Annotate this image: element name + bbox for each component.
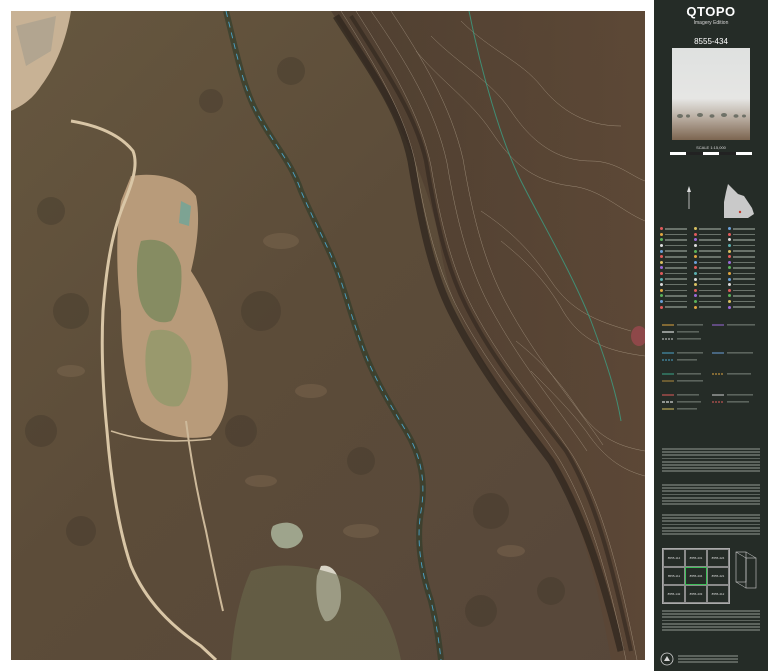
tree-line-photo bbox=[677, 113, 746, 118]
sheet-number: 8555-434 bbox=[694, 37, 728, 46]
aerial-imagery-map[interactable] bbox=[11, 11, 645, 660]
imagery-canvas bbox=[11, 11, 645, 660]
legend-column-2 bbox=[694, 226, 728, 310]
footer-notes-text bbox=[662, 610, 760, 632]
sheet-index-grid: 8555-114 8555-431 8555-424 8555-111 8555… bbox=[662, 548, 730, 604]
legend-column-1 bbox=[660, 226, 694, 310]
index-cell[interactable]: 8555-142 bbox=[663, 585, 685, 603]
legend-column-3 bbox=[728, 226, 762, 310]
north-arrow-icon bbox=[687, 186, 691, 209]
index-cell[interactable]: 8555-431 bbox=[685, 549, 707, 567]
index-cell[interactable]: 8555-114 bbox=[663, 549, 685, 567]
index-cell[interactable]: 8555-421 bbox=[707, 567, 729, 585]
index-cell[interactable]: 8555-111 bbox=[663, 567, 685, 585]
index-cell-current[interactable]: 8555-434 bbox=[685, 567, 707, 585]
index-cell[interactable]: 8555-424 bbox=[707, 549, 729, 567]
map-frame bbox=[0, 0, 654, 671]
queensland-state-icon bbox=[724, 184, 754, 218]
scale-bar bbox=[670, 152, 752, 155]
legend-panel: QTOPO Imagery Edition 8555-434 SCALE 1:1… bbox=[654, 0, 768, 671]
index-cell[interactable]: 8555-433 bbox=[685, 585, 707, 603]
cover-photograph bbox=[672, 48, 750, 140]
scale-label: SCALE 1:15,000 bbox=[696, 145, 726, 150]
adjoining-sheets-diagram bbox=[735, 551, 757, 589]
imagery-notes-text bbox=[662, 448, 760, 474]
qld-government-logo-icon bbox=[660, 652, 674, 666]
product-edition: Imagery Edition bbox=[693, 20, 729, 26]
legend-line-symbols bbox=[662, 324, 755, 410]
disclaimer-text bbox=[662, 484, 760, 506]
index-cell[interactable]: 8555-412 bbox=[707, 585, 729, 603]
government-name-text bbox=[678, 655, 738, 665]
product-title: QTOPO bbox=[686, 4, 736, 19]
copyright-text bbox=[662, 514, 760, 536]
